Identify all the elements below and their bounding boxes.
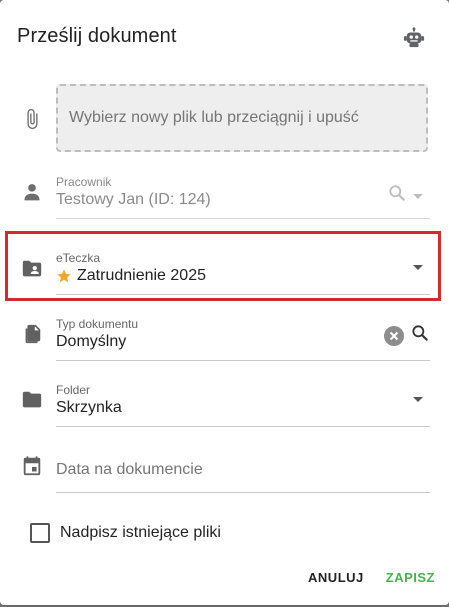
robot-icon[interactable] [398,22,430,54]
search-icon[interactable] [410,323,430,348]
paperclip-icon [20,107,44,131]
date-placeholder: Data na dokumencie [56,461,203,478]
eteczka-value: Zatrudnienie 2025 [77,267,206,284]
calendar-icon [20,454,44,478]
doc-type-underline [56,360,430,361]
date-underline [56,492,430,493]
employee-value: Testowy Jan (ID: 124) [56,191,211,208]
search-icon [387,183,407,208]
upload-dialog: Prześlij dokument Wybierz nowy plik lub … [0,0,449,605]
overwrite-checkbox[interactable] [30,523,50,543]
doc-type-label: Typ dokumentu [56,317,139,331]
eteczka-label: eTeczka [56,251,101,265]
cancel-button[interactable]: ANULUJ [308,570,364,585]
employee-label: Pracownik [56,175,112,189]
chevron-down-icon[interactable] [413,265,423,270]
dialog-actions: ANULUJ ZAPISZ [308,570,435,585]
date-field[interactable]: Data na dokumencie [56,449,430,493]
folder-icon [20,388,44,412]
chevron-down-icon [413,194,423,199]
folder-account-icon [20,257,44,281]
overwrite-checkbox-row[interactable]: Nadpisz istniejące pliki [30,523,221,543]
dialog-title: Prześlij dokument [17,25,177,47]
dropzone-text: Wybierz nowy plik lub przeciągnij i upuś… [69,109,359,126]
chevron-down-icon[interactable] [413,397,423,402]
employee-underline [56,218,430,219]
eteczka-select[interactable]: eTeczka Zatrudnienie 2025 [56,251,430,295]
folder-underline [56,426,430,427]
doc-type-value: Domyślny [56,333,127,350]
folder-value: Skrzynka [56,399,122,416]
clear-icon[interactable] [384,325,404,346]
eteczka-underline [56,294,430,295]
folder-select[interactable]: Folder Skrzynka [56,383,430,427]
person-icon [20,180,44,204]
file-dropzone[interactable]: Wybierz nowy plik lub przeciągnij i upuś… [56,84,428,152]
folder-label: Folder [56,383,91,397]
document-icon [20,322,44,346]
save-button[interactable]: ZAPISZ [386,570,435,585]
overwrite-label: Nadpisz istniejące pliki [60,524,221,541]
eteczka-value-row: Zatrudnienie 2025 [56,267,206,285]
doc-type-field[interactable]: Typ dokumentu Domyślny [56,317,430,361]
star-icon [56,268,72,284]
employee-field: Pracownik Testowy Jan (ID: 124) [56,175,430,219]
